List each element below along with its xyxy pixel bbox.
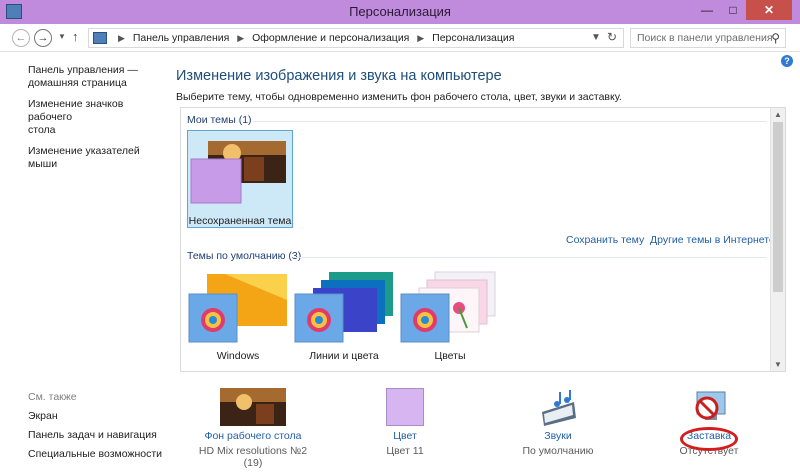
save-theme-link[interactable]: Сохранить тему bbox=[566, 234, 644, 246]
window-title: Персонализация bbox=[349, 4, 451, 19]
search-input[interactable]: Поиск в панели управления ⚲ bbox=[630, 28, 786, 48]
desktop-background-value: HD Mix resolutions №2 (19) bbox=[198, 445, 308, 469]
see-also-display-link[interactable]: Экран bbox=[28, 410, 168, 423]
desktop-background-setting[interactable]: Фон рабочего стола HD Mix resolutions №2… bbox=[193, 388, 313, 469]
default-themes-header: Темы по умолчанию (3) bbox=[187, 250, 302, 262]
screensaver-icon bbox=[695, 391, 726, 420]
maximize-button[interactable]: □ bbox=[720, 0, 746, 20]
color-label[interactable]: Цвет bbox=[345, 430, 465, 442]
see-also: См. также Экран Панель задач и навигация… bbox=[28, 391, 168, 467]
title-bar: Персонализация — □ ✕ bbox=[0, 0, 800, 24]
color-swatch bbox=[386, 388, 424, 426]
breadcrumb-appearance[interactable]: Оформление и персонализация bbox=[252, 32, 409, 44]
scroll-up-icon[interactable]: ▲ bbox=[774, 110, 782, 119]
up-level-button[interactable]: ↑ bbox=[72, 29, 79, 44]
flowers-theme-thumbnail bbox=[400, 271, 496, 343]
search-icon[interactable]: ⚲ bbox=[771, 31, 780, 45]
forward-button[interactable]: → bbox=[34, 29, 52, 47]
minimize-button[interactable]: — bbox=[694, 0, 720, 20]
theme-unsaved[interactable]: Несохраненная тема bbox=[187, 130, 293, 228]
group-divider bbox=[293, 257, 767, 258]
back-button[interactable]: ← bbox=[12, 29, 30, 47]
lines-and-colors-theme-thumbnail bbox=[294, 272, 393, 343]
left-nav: Панель управления — домашняя страница Из… bbox=[28, 64, 168, 179]
theme-label: Линии и цвета bbox=[309, 350, 379, 362]
control-panel-icon bbox=[93, 32, 107, 44]
page-title: Изменение изображения и звука на компьют… bbox=[176, 68, 502, 84]
color-value: Цвет 11 bbox=[386, 445, 424, 457]
breadcrumb-personalization[interactable]: Персонализация bbox=[432, 32, 514, 44]
color-setting[interactable]: Цвет Цвет 11 bbox=[345, 388, 465, 457]
close-button[interactable]: ✕ bbox=[746, 0, 792, 20]
change-mouse-pointers-link[interactable]: Изменение указателей мыши bbox=[28, 145, 168, 171]
address-dropdown-icon[interactable]: ▼ bbox=[591, 32, 601, 43]
change-desktop-icons-link[interactable]: Изменение значков рабочего стола bbox=[28, 98, 168, 137]
themes-scrollbar[interactable]: ▲ ▼ bbox=[770, 108, 785, 371]
themes-list[interactable]: Мои темы (1) Несохраненная тема Сохранит… bbox=[180, 107, 786, 372]
scroll-down-icon[interactable]: ▼ bbox=[774, 360, 782, 369]
theme-lines-and-colors[interactable]: Линии и цвета bbox=[291, 270, 397, 368]
sounds-icon bbox=[542, 390, 576, 426]
breadcrumb-separator-icon[interactable]: ▶ bbox=[417, 33, 424, 43]
see-also-taskbar-link[interactable]: Панель задач и навигация bbox=[28, 429, 168, 442]
search-placeholder: Поиск в панели управления bbox=[637, 32, 773, 44]
page-description: Выберите тему, чтобы одновременно измени… bbox=[176, 91, 622, 103]
scrollbar-thumb[interactable] bbox=[773, 122, 783, 292]
windows-theme-thumbnail bbox=[188, 274, 287, 343]
breadcrumb-control-panel[interactable]: Панель управления bbox=[133, 32, 229, 44]
breadcrumb-separator-icon[interactable]: ▶ bbox=[118, 33, 125, 43]
refresh-icon[interactable]: ↻ bbox=[607, 30, 617, 44]
my-themes-header: Мои темы (1) bbox=[187, 114, 252, 126]
desktop-background-thumbnail bbox=[220, 388, 286, 426]
theme-flowers[interactable]: Цветы bbox=[397, 270, 503, 368]
theme-label: Несохраненная тема bbox=[188, 215, 292, 227]
sounds-label[interactable]: Звуки bbox=[498, 430, 618, 442]
breadcrumb-separator-icon[interactable]: ▶ bbox=[237, 33, 244, 43]
unsaved-theme-thumbnail bbox=[190, 141, 286, 204]
control-panel-home-link[interactable]: Панель управления — домашняя страница bbox=[28, 64, 168, 90]
sounds-value: По умолчанию bbox=[522, 445, 594, 457]
see-also-header: См. также bbox=[28, 391, 77, 403]
recent-pages-dropdown-icon[interactable]: ▼ bbox=[58, 32, 66, 41]
theme-label: Windows bbox=[216, 350, 260, 362]
group-divider bbox=[253, 121, 767, 122]
breadcrumb[interactable]: ▶ Панель управления ▶ Оформление и персо… bbox=[88, 28, 624, 48]
see-also-accessibility-link[interactable]: Специальные возможности bbox=[28, 448, 168, 461]
address-bar: ← → ▼ ↑ ▶ Панель управления ▶ Оформление… bbox=[0, 24, 800, 52]
theme-windows[interactable]: Windows bbox=[185, 270, 291, 368]
help-icon[interactable]: ? bbox=[781, 55, 793, 67]
highlight-oval bbox=[680, 427, 738, 451]
more-themes-online-link[interactable]: Другие темы в Интернете bbox=[650, 234, 775, 246]
sounds-setting[interactable]: Звуки По умолчанию bbox=[498, 388, 618, 457]
desktop-background-label[interactable]: Фон рабочего стола bbox=[193, 430, 313, 442]
theme-label: Цветы bbox=[434, 350, 466, 362]
